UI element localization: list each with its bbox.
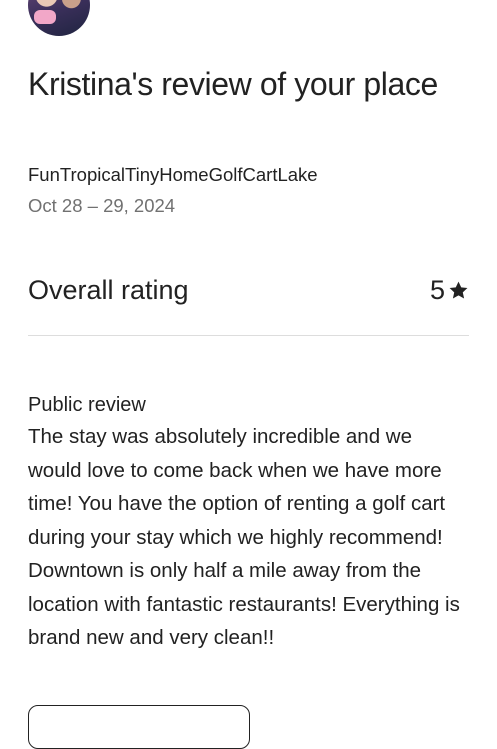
overall-rating-row: Overall rating 5 — [28, 272, 469, 308]
star-icon — [449, 281, 468, 299]
section-divider — [28, 335, 469, 336]
overall-rating-value-group: 5 — [430, 272, 469, 308]
public-review-heading: Public review — [28, 393, 146, 416]
overall-rating-label: Overall rating — [28, 275, 189, 305]
stay-dates: Oct 28 – 29, 2024 — [28, 195, 176, 216]
listing-name: FunTropicalTinyHomeGolfCartLake — [28, 164, 318, 185]
reviewer-avatar — [28, 0, 90, 36]
action-button[interactable] — [28, 705, 250, 749]
overall-rating-value: 5 — [429, 275, 445, 305]
public-review-text: The stay was absolutely incredible and w… — [28, 425, 460, 649]
review-title: Kristina's review of your place — [28, 66, 438, 102]
avatar-photo-detail — [34, 10, 56, 24]
